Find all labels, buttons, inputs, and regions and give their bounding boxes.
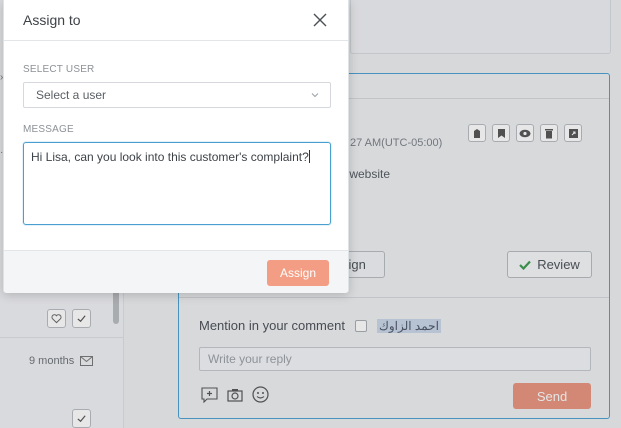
user-select[interactable]: Select a user xyxy=(23,82,331,108)
message-text: Hi Lisa, can you look into this customer… xyxy=(31,150,309,164)
modal-header: Assign to xyxy=(4,0,348,41)
message-textarea[interactable]: Hi Lisa, can you look into this customer… xyxy=(23,142,331,225)
text-cursor xyxy=(308,150,310,163)
modal-footer: Assign xyxy=(4,250,348,293)
assign-modal: Assign to SELECT USER Select a user MESS… xyxy=(3,0,349,293)
select-user-label: SELECT USER xyxy=(23,64,95,75)
message-label: MESSAGE xyxy=(23,124,74,135)
assign-submit-button[interactable]: Assign xyxy=(267,260,329,286)
modal-title: Assign to xyxy=(23,12,81,28)
close-icon[interactable] xyxy=(312,12,328,28)
assign-submit-label: Assign xyxy=(279,266,317,280)
user-select-placeholder: Select a user xyxy=(36,88,107,102)
chevron-down-icon xyxy=(311,93,319,98)
